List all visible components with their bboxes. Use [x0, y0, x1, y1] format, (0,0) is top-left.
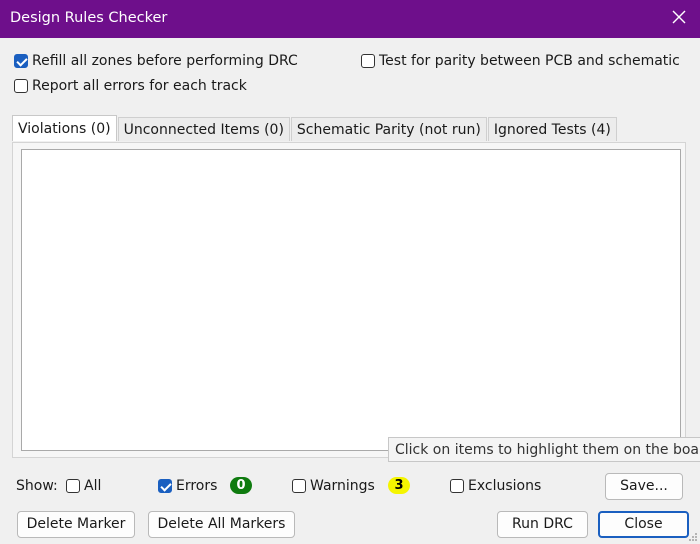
refill-zones-checkbox[interactable]: Refill all zones before performing DRC — [14, 53, 298, 69]
resize-grip-icon[interactable] — [688, 532, 698, 542]
checkbox-checked-icon[interactable] — [14, 54, 28, 68]
checkbox-checked-icon[interactable] — [158, 479, 172, 493]
report-all-errors-checkbox[interactable]: Report all errors for each track — [14, 78, 247, 94]
checkbox-unchecked-icon[interactable] — [66, 479, 80, 493]
tab-panel — [12, 142, 686, 458]
tooltip: Click on items to highlight them on the … — [388, 437, 700, 462]
delete-all-markers-button[interactable]: Delete All Markers — [148, 511, 295, 538]
test-parity-checkbox[interactable]: Test for parity between PCB and schemati… — [361, 53, 680, 69]
checkbox-unchecked-icon[interactable] — [292, 479, 306, 493]
filter-warnings-label: Warnings — [310, 478, 375, 494]
tab-violations[interactable]: Violations (0) — [12, 115, 117, 141]
title-bar: Design Rules Checker — [0, 0, 700, 38]
show-label: Show: — [16, 478, 58, 494]
window-title: Design Rules Checker — [10, 10, 168, 26]
filter-all-checkbox[interactable]: All — [66, 478, 101, 494]
filter-errors-checkbox[interactable]: Errors — [158, 478, 217, 494]
test-parity-label: Test for parity between PCB and schemati… — [379, 53, 680, 69]
filter-errors-label: Errors — [176, 478, 218, 494]
filter-exclusions-label: Exclusions — [468, 478, 542, 494]
filter-exclusions-checkbox[interactable]: Exclusions — [450, 478, 541, 494]
tab-ignored-tests[interactable]: Ignored Tests (4) — [487, 117, 617, 141]
violations-list[interactable] — [21, 149, 681, 451]
save-button[interactable]: Save... — [605, 473, 683, 500]
close-button[interactable]: Close — [598, 511, 689, 538]
filter-all-label: All — [84, 478, 102, 494]
filter-warnings-checkbox[interactable]: Warnings — [292, 478, 375, 494]
checkbox-unchecked-icon[interactable] — [14, 79, 28, 93]
warnings-count-badge: 3 — [388, 477, 410, 494]
results-tab-bar: Violations (0) Unconnected Items (0) Sch… — [12, 115, 618, 142]
tab-schematic-parity[interactable]: Schematic Parity (not run) — [290, 117, 487, 141]
delete-marker-button[interactable]: Delete Marker — [17, 511, 135, 538]
checkbox-unchecked-icon[interactable] — [361, 54, 375, 68]
errors-count-badge: 0 — [230, 477, 252, 494]
report-all-errors-label: Report all errors for each track — [32, 78, 247, 94]
close-icon[interactable] — [670, 8, 688, 26]
tab-unconnected-items[interactable]: Unconnected Items (0) — [117, 117, 290, 141]
refill-zones-label: Refill all zones before performing DRC — [32, 53, 298, 69]
run-drc-button[interactable]: Run DRC — [497, 511, 588, 538]
checkbox-unchecked-icon[interactable] — [450, 479, 464, 493]
